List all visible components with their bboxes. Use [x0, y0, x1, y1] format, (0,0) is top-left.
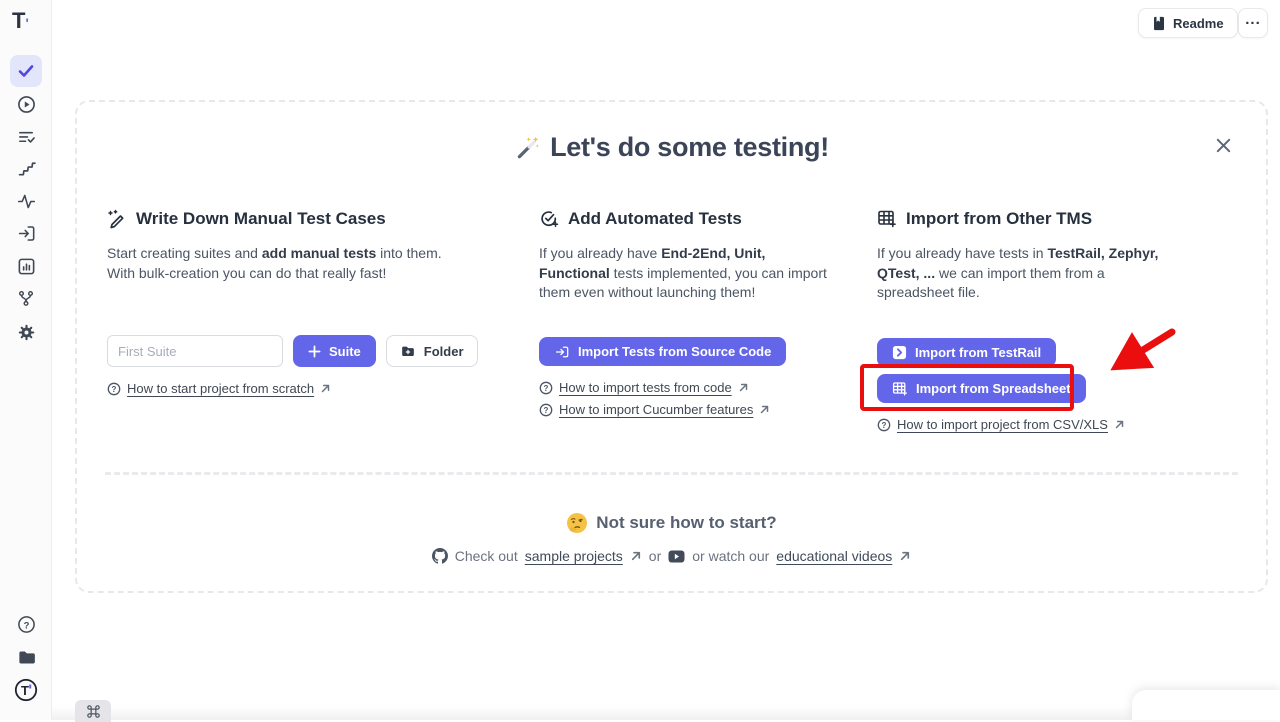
footer-watch: or watch our [692, 548, 769, 564]
add-suite-button[interactable]: Suite [293, 335, 376, 367]
sidebar-item-runs[interactable] [10, 88, 42, 120]
footer-or: or [649, 548, 661, 564]
sidebar-item-branches[interactable] [10, 282, 42, 314]
more-options-button[interactable]: ... [1238, 8, 1268, 38]
svg-text:?: ? [882, 420, 887, 429]
external-link-icon [630, 550, 642, 562]
column2-heading: Add Automated Tests [539, 209, 831, 229]
profile-logo-icon: T [14, 678, 38, 702]
question-circle-icon: ? [107, 382, 121, 396]
question-circle-icon: ? [539, 403, 553, 417]
bar-chart-icon [17, 257, 36, 276]
import-csv-xls-link[interactable]: How to import project from CSV/XLS [897, 417, 1108, 432]
question-circle-icon: ? [877, 418, 891, 432]
sidebar-item-pulse[interactable] [10, 185, 42, 217]
suite-actions: Suite Folder [107, 335, 478, 367]
sidebar-item-profile[interactable]: T [10, 674, 42, 706]
close-button[interactable] [1212, 134, 1234, 156]
sidebar-item-settings[interactable] [10, 316, 42, 348]
corner-widget [1132, 690, 1280, 720]
readme-button[interactable]: Readme [1138, 8, 1238, 38]
youtube-icon [668, 550, 685, 563]
play-circle-icon [17, 95, 36, 114]
list-check-icon [17, 127, 36, 146]
import-spreadsheet-button[interactable]: Import from Spreadsheet [877, 374, 1086, 403]
column3-description: If you already have tests in TestRail, Z… [877, 244, 1177, 303]
import-source-code-button[interactable]: Import Tests from Source Code [539, 337, 786, 366]
close-icon [1214, 136, 1233, 155]
link-start-from-scratch: ? How to start project from scratch [107, 381, 331, 396]
column2-description: If you already have End-2End, Unit, Func… [539, 244, 831, 303]
svg-text:?: ? [112, 384, 117, 393]
svg-text:?: ? [544, 405, 549, 414]
footer-prefix: Check out [455, 548, 518, 564]
app-logo[interactable]: T' [12, 8, 40, 36]
readme-label: Readme [1173, 16, 1224, 31]
logo-accent: ' [25, 15, 28, 31]
start-from-scratch-link[interactable]: How to start project from scratch [127, 381, 314, 396]
pencil-sparkle-icon [107, 209, 127, 229]
plus-icon [308, 345, 321, 358]
sidebar: T' ? T [0, 0, 52, 720]
magic-wand-emoji [514, 135, 540, 161]
book-icon [1152, 16, 1166, 31]
onboarding-panel: Let's do some testing! Write Down Manual… [75, 100, 1268, 593]
github-icon [432, 548, 448, 564]
sidebar-item-help[interactable]: ? [10, 608, 42, 640]
column-import-tms: Import from Other TMS If you already hav… [877, 209, 1177, 529]
sidebar-item-tests[interactable] [10, 55, 42, 87]
sidebar-item-analytics[interactable] [10, 250, 42, 282]
column1-description: Start creating suites and add manual tes… [107, 244, 467, 283]
dashed-divider [105, 472, 1238, 475]
external-link-icon [759, 404, 770, 415]
sidebar-item-projects[interactable] [10, 641, 42, 673]
activity-icon [17, 192, 36, 211]
table-plus-icon [892, 381, 908, 397]
gear-icon [17, 323, 36, 342]
footer-links-row: Check out sample projects or or watch ou… [77, 548, 1266, 564]
log-in-icon [17, 224, 36, 243]
table-plus-icon [877, 209, 897, 229]
column1-heading: Write Down Manual Test Cases [107, 209, 483, 229]
sample-projects-link[interactable]: sample projects [525, 548, 623, 564]
link-import-tests-from-code: ? How to import tests from code [539, 380, 749, 395]
square-chevron-right-icon [892, 345, 907, 360]
external-link-icon [1114, 419, 1125, 430]
git-branch-icon [17, 289, 35, 307]
column-manual-tests: Write Down Manual Test Cases Start creat… [107, 209, 483, 509]
sidebar-item-test-plans[interactable] [10, 120, 42, 152]
link-import-cucumber: ? How to import Cucumber features [539, 402, 770, 417]
footer-heading: Not sure how to start? [77, 512, 1266, 534]
external-link-icon [738, 382, 749, 393]
check-icon [16, 61, 36, 81]
svg-text:?: ? [544, 383, 549, 392]
import-cucumber-link[interactable]: How to import Cucumber features [559, 402, 753, 417]
column-automated-tests: Add Automated Tests If you already have … [539, 209, 831, 509]
bottom-shadow [52, 706, 1280, 720]
question-circle-icon: ? [539, 381, 553, 395]
sidebar-item-steps[interactable] [10, 152, 42, 184]
keyboard-shortcut-badge[interactable] [75, 700, 111, 722]
thinking-face-emoji [566, 512, 588, 534]
educational-videos-link[interactable]: educational videos [776, 548, 892, 564]
check-circle-plus-icon [539, 209, 559, 229]
external-link-icon [899, 550, 911, 562]
folder-plus-icon [400, 344, 416, 359]
import-testrail-button[interactable]: Import from TestRail [877, 338, 1056, 367]
add-folder-button[interactable]: Folder [386, 335, 478, 367]
stairs-icon [17, 159, 36, 178]
svg-text:?: ? [23, 620, 29, 631]
folder-icon [17, 648, 36, 667]
page-title: Let's do some testing! [77, 132, 1266, 163]
command-key-icon [86, 704, 101, 719]
column3-heading: Import from Other TMS [877, 209, 1177, 229]
help-circle-icon: ? [17, 615, 36, 634]
sidebar-item-import[interactable] [10, 217, 42, 249]
svg-text:T: T [21, 683, 29, 698]
external-link-icon [320, 383, 331, 394]
import-icon [554, 344, 570, 360]
first-suite-input[interactable] [107, 335, 283, 367]
link-import-csv-xls: ? How to import project from CSV/XLS [877, 417, 1125, 432]
import-tests-from-code-link[interactable]: How to import tests from code [559, 380, 732, 395]
